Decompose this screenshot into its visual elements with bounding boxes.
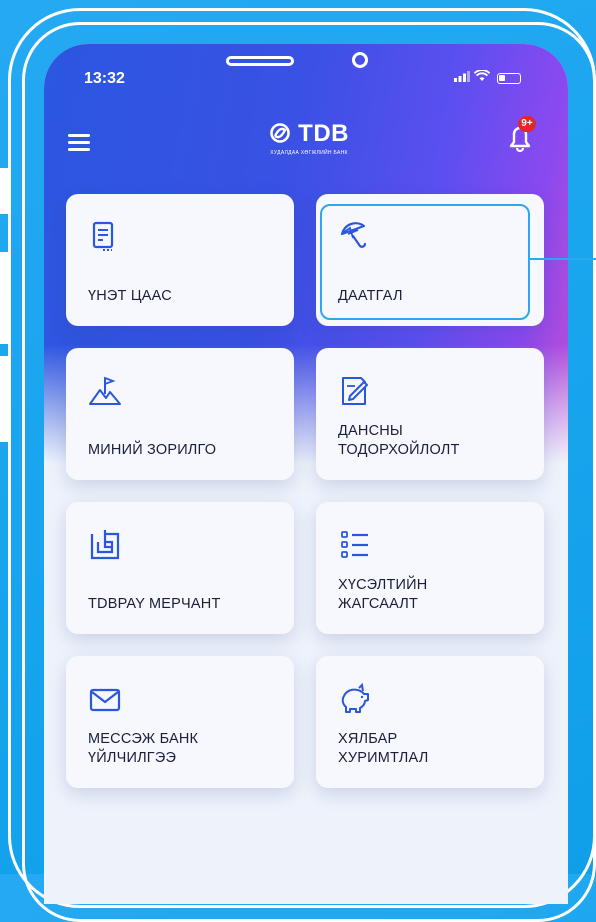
status-time: 13:32 <box>84 70 125 87</box>
menu-card-label: ДАНСНЫ ТОДОРХОЙЛОЛТ <box>338 423 460 458</box>
hamburger-menu-button[interactable] <box>68 130 100 154</box>
logo-subtitle: ХУДАЛДАА ХӨГЖЛИЙН БАНК <box>270 150 348 156</box>
phone-volume-up <box>0 252 10 344</box>
notification-badge: 9+ <box>518 116 536 132</box>
phone-volume-down <box>0 356 10 442</box>
menu-card-label: TDBPAY МЕРЧАНТ <box>88 596 221 612</box>
highlight-pointer-line <box>530 258 596 260</box>
front-camera <box>352 52 368 68</box>
status-icons <box>454 69 522 85</box>
menu-card-request-list[interactable]: ХҮСЭЛТИЙН ЖАГСААЛТ <box>316 502 544 634</box>
document-icon <box>88 220 122 254</box>
menu-card-label: МЕССЭЖ БАНК ҮЙЛЧИЛГЭЭ <box>88 731 199 766</box>
tdb-logo: TDB ХУДАЛДАА ХӨГЖЛИЙН БАНК <box>254 120 364 170</box>
phone-side-button <box>0 168 10 214</box>
menu-card-tdbpay-merchant[interactable]: TDBPAY МЕРЧАНТ <box>66 502 294 634</box>
list-icon <box>338 528 372 562</box>
signal-icon <box>454 70 474 85</box>
edit-document-icon <box>338 374 372 408</box>
menu-card-label: МИНИЙ ЗОРИЛГО <box>88 442 217 458</box>
menu-card-label: ХҮСЭЛТИЙН ЖАГСААЛТ <box>338 577 428 612</box>
merchant-icon <box>88 528 122 562</box>
menu-card-securities[interactable]: ҮНЭТ ЦААС <box>66 194 294 326</box>
menu-card-label: ДААТГАЛ <box>338 288 403 304</box>
battery-icon <box>497 73 522 85</box>
piggy-bank-icon <box>338 682 372 716</box>
menu-card-account-statement[interactable]: ДАНСНЫ ТОДОРХОЙЛОЛТ <box>316 348 544 480</box>
menu-card-message-bank[interactable]: МЕССЭЖ БАНК ҮЙЛЧИЛГЭЭ <box>66 656 294 788</box>
menu-card-label: ХЯЛБАР ХУРИМТЛАЛ <box>338 731 429 766</box>
notification-bell-button[interactable]: 9+ <box>506 116 536 154</box>
mountain-flag-icon <box>88 374 122 408</box>
tdb-logo-icon <box>270 123 290 143</box>
menu-card-my-goals[interactable]: МИНИЙ ЗОРИЛГО <box>66 348 294 480</box>
menu-card-insurance[interactable]: ДААТГАЛ <box>316 194 544 326</box>
menu-card-label: ҮНЭТ ЦААС <box>88 288 172 304</box>
envelope-icon <box>88 682 122 716</box>
logo-text: TDB <box>298 120 349 147</box>
speaker-slot <box>226 56 294 66</box>
menu-card-easy-savings[interactable]: ХЯЛБАР ХУРИМТЛАЛ <box>316 656 544 788</box>
umbrella-icon <box>338 220 372 254</box>
wifi-icon <box>473 69 494 85</box>
